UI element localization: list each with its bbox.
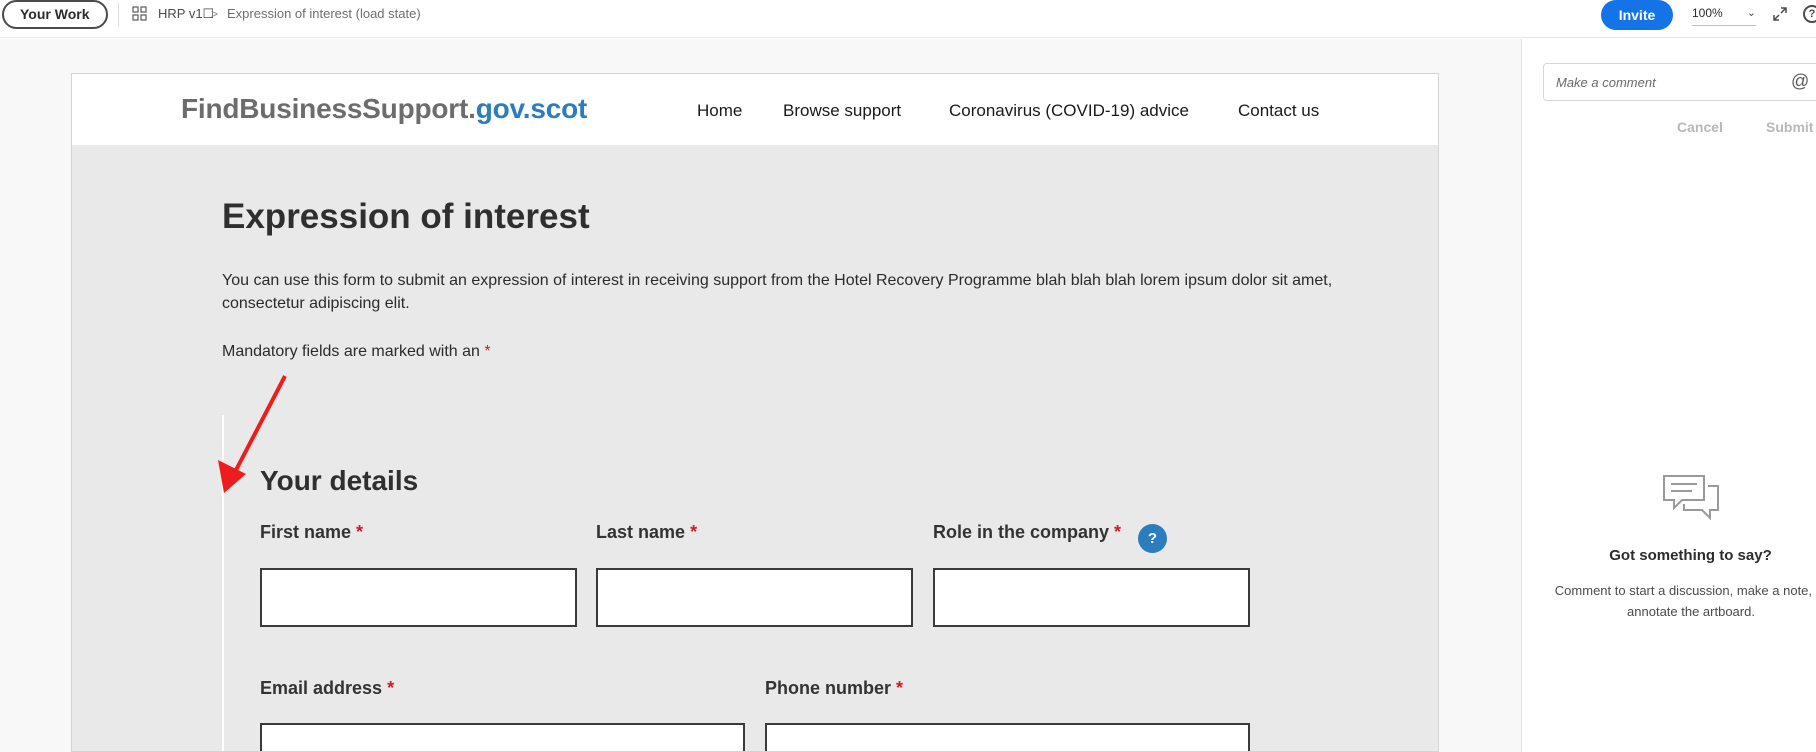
email-input[interactable] [260, 723, 745, 751]
your-work-button[interactable]: Your Work [2, 0, 108, 29]
first-name-input[interactable] [260, 568, 577, 627]
comment-placeholder: Make a comment [1556, 75, 1656, 90]
last-name-input[interactable] [596, 568, 913, 627]
email-label: Email address * [260, 678, 394, 699]
mention-icon[interactable]: @ [1791, 71, 1809, 92]
phone-label: Phone number * [765, 678, 903, 699]
site-logo[interactable]: FindBusinessSupport.gov.scot [181, 93, 587, 125]
last-name-label: Last name * [596, 522, 697, 543]
cancel-button[interactable]: Cancel [1677, 119, 1723, 135]
grid-icon[interactable] [132, 6, 147, 21]
zoom-value: 100% [1692, 6, 1723, 20]
empty-state-text: Comment to start a discussion, make a no… [1552, 580, 1816, 622]
required-asterisk: * [484, 343, 491, 360]
help-icon[interactable]: ? [1803, 5, 1816, 23]
submit-button[interactable]: Submit [1766, 119, 1813, 135]
logo-text-domain: gov.scot [475, 93, 588, 124]
page-title: Expression of interest [222, 197, 590, 236]
zoom-select[interactable]: 100% ⌄ [1692, 4, 1756, 26]
required-asterisk: * [1114, 522, 1122, 542]
invite-button[interactable]: Invite [1601, 0, 1673, 30]
mandatory-text: Mandatory fields are marked with an [222, 343, 480, 360]
empty-state-title: Got something to say? [1609, 547, 1772, 564]
breadcrumb-project[interactable]: HRP v1☐ [158, 6, 214, 22]
nav-browse-support[interactable]: Browse support [783, 101, 901, 121]
breadcrumb-chevron-icon: > [211, 7, 219, 21]
first-name-label: First name * [260, 522, 363, 543]
role-help-button[interactable]: ? [1138, 524, 1167, 553]
empty-state-line-2: annotate the artboard. [1627, 604, 1755, 619]
intro-text: You can use this form to submit an expre… [222, 272, 1333, 312]
logo-text-main: FindBusinessSupport. [181, 93, 476, 124]
chevron-down-icon: ⌄ [1746, 7, 1756, 19]
required-asterisk: * [356, 522, 364, 542]
fullscreen-icon[interactable] [1772, 6, 1788, 22]
first-name-label-text: First name [260, 522, 352, 542]
app-toolbar: Your Work HRP v1☐ > Expression of intere… [0, 0, 1816, 38]
comment-input[interactable]: Make a comment @ [1543, 63, 1816, 101]
email-label-text: Email address [260, 678, 383, 698]
required-asterisk: * [896, 678, 904, 698]
breadcrumb-current-screen: Expression of interest (load state) [227, 6, 421, 21]
role-label: Role in the company * [933, 522, 1121, 543]
annotation-arrow-icon [218, 375, 287, 493]
phone-label-text: Phone number [765, 678, 892, 698]
nav-covid-advice[interactable]: Coronavirus (COVID-19) advice [949, 101, 1189, 121]
toolbar-divider [118, 3, 119, 27]
phone-input[interactable] [765, 723, 1250, 751]
required-asterisk: * [387, 678, 395, 698]
empty-state-line-1: Comment to start a discussion, make a no… [1554, 583, 1816, 598]
mandatory-note: Mandatory fields are marked with an * [222, 343, 491, 361]
site-header: FindBusinessSupport.gov.scot Home Browse… [72, 74, 1438, 145]
nav-home[interactable]: Home [697, 101, 742, 121]
role-label-text: Role in the company [933, 522, 1110, 542]
last-name-label-text: Last name [596, 522, 686, 542]
role-input[interactable] [933, 568, 1250, 627]
comments-panel: Make a comment @ Cancel Submit Got somet… [1521, 39, 1816, 752]
chat-bubbles-icon [1663, 475, 1719, 521]
nav-contact-us[interactable]: Contact us [1238, 101, 1319, 121]
required-asterisk: * [690, 522, 698, 542]
